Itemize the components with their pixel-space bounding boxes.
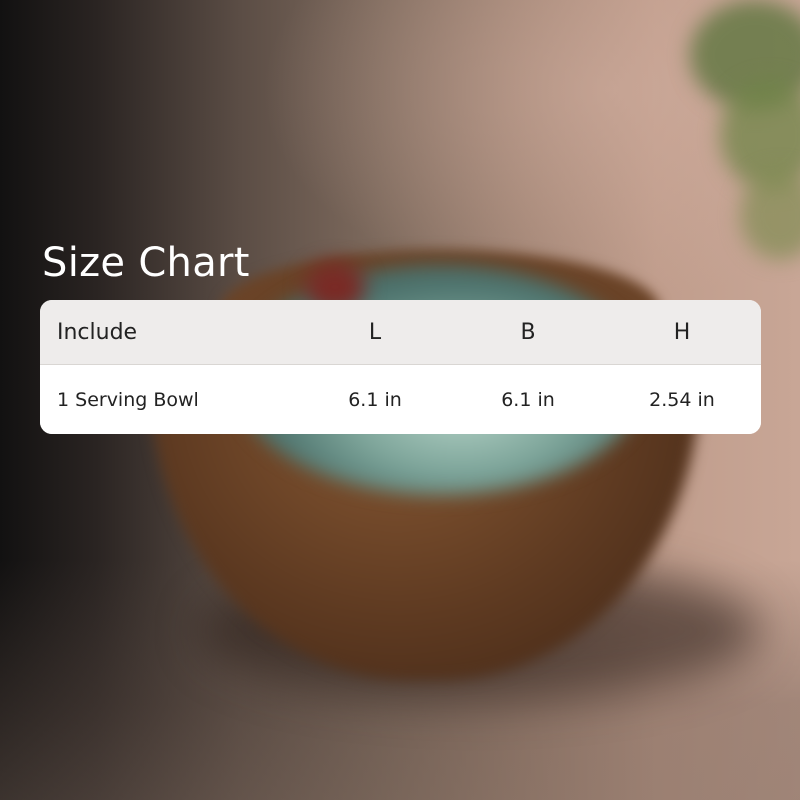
header-length: L	[368, 319, 382, 345]
table-header-row: Include L B H	[40, 300, 761, 365]
cell-height: 2.54 in	[649, 388, 715, 411]
header-include: Include	[57, 319, 138, 345]
size-chart-title: Size Chart	[42, 240, 250, 286]
cell-length: 6.1 in	[348, 388, 402, 411]
cell-breadth: 6.1 in	[501, 388, 555, 411]
table-row: 1 Serving Bowl 6.1 in 6.1 in 2.54 in	[40, 365, 761, 434]
cell-item: 1 Serving Bowl	[57, 388, 199, 411]
header-height: H	[673, 319, 691, 345]
size-chart-table: Include L B H 1 Serving Bowl 6.1 in 6.1 …	[40, 300, 761, 434]
header-breadth: B	[520, 319, 536, 345]
